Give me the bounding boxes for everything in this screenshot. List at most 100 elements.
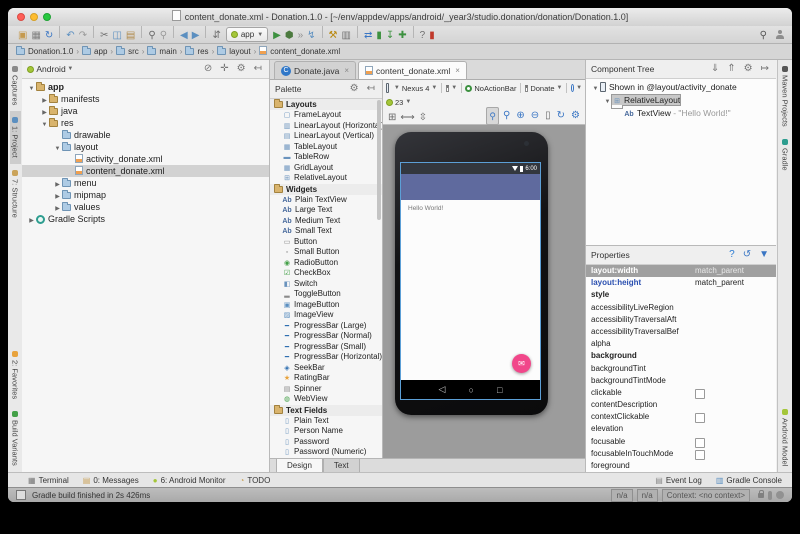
close-tab-icon[interactable]: × [344, 63, 349, 79]
tool-window-button-terminal[interactable]: ▦Terminal [28, 476, 69, 485]
undo-icon[interactable]: ↶ [64, 30, 76, 41]
palette-item[interactable]: ⊞RelativeLayout [270, 173, 382, 184]
breadcrumb-item[interactable]: content_donate.xml [259, 47, 340, 56]
checkbox[interactable] [695, 438, 705, 448]
help-icon[interactable]: ? [418, 30, 428, 41]
palette-item[interactable]: ☑CheckBox [270, 268, 382, 279]
tool-window-button-event-log[interactable]: ▤Event Log [655, 476, 702, 485]
property-value[interactable] [695, 338, 776, 350]
property-value[interactable] [695, 314, 776, 326]
property-value[interactable] [695, 350, 776, 362]
settings-icon[interactable]: ⚙ [235, 61, 248, 77]
breadcrumb-item[interactable]: layout [217, 47, 250, 56]
property-value[interactable] [695, 375, 776, 387]
palette-item[interactable]: ▯Password [270, 437, 382, 448]
status-cell[interactable]: Context: <no context> [662, 489, 750, 502]
background-tasks-icon[interactable] [776, 491, 784, 499]
zoom-in-icon[interactable]: ⊕ [514, 108, 526, 124]
zoom-fit-width-icon[interactable]: ⟷ [398, 112, 416, 123]
palette-item[interactable]: ▤Spinner [270, 384, 382, 395]
palette-section-text-fields[interactable]: Text Fields [270, 405, 382, 416]
design-surface-mode-icon[interactable]: ⊞ [386, 112, 398, 123]
fab-button[interactable]: ✉ [512, 354, 531, 373]
sync-gradle-icon[interactable]: ⇄ [362, 30, 374, 41]
tree-item[interactable]: content_donate.xml [22, 165, 269, 177]
property-row[interactable]: backgroundTint [586, 363, 776, 375]
replace-icon[interactable]: ⚲ [158, 30, 169, 41]
memory-indicator-icon[interactable] [768, 491, 772, 500]
property-row[interactable]: accessibilityTraversalBef [586, 326, 776, 338]
save-all-icon[interactable]: ▦ [29, 30, 42, 41]
tool-tab-7-structure[interactable]: 7: Structure [10, 164, 21, 224]
locale-globe-icon[interactable] [571, 84, 574, 92]
settings-icon[interactable]: ⚙ [742, 61, 755, 77]
nav-home-icon[interactable]: ○ [469, 385, 474, 395]
activity-selector[interactable]: Donate [530, 84, 554, 93]
tree-item[interactable]: ▶manifests [22, 93, 269, 105]
cut-icon[interactable]: ✂ [98, 30, 110, 41]
restore-defaults-icon[interactable]: ↺ [741, 247, 753, 263]
tree-item[interactable]: ▶mipmap [22, 189, 269, 201]
synchronize-icon[interactable]: ↻ [43, 30, 55, 41]
tool-window-button-todo[interactable]: ◔TODO [240, 476, 271, 485]
nav-recents-icon[interactable]: □ [497, 385, 502, 395]
collapse-all-icon[interactable]: ⇑ [725, 61, 737, 77]
editor-tab-content-donate-xml[interactable]: content_donate.xml× [358, 61, 467, 79]
palette-item[interactable]: ▯Password (Numeric) [270, 447, 382, 457]
orientation-icon[interactable] [446, 85, 450, 92]
breadcrumb-item[interactable]: Donation.1.0 [16, 47, 73, 56]
palette-item[interactable]: ▢FrameLayout [270, 110, 382, 121]
tree-item[interactable]: ▼res [22, 117, 269, 129]
tree-item[interactable]: ▶menu [22, 177, 269, 189]
palette-item[interactable]: ◈SeekBar [270, 363, 382, 374]
palette-item[interactable]: ▂ToggleButton [270, 289, 382, 300]
status-cell[interactable]: n/a [611, 489, 632, 502]
property-row[interactable]: elevation [586, 423, 776, 435]
palette-item[interactable]: ━ProgressBar (Normal) [270, 331, 382, 342]
zoom-to-fit-icon[interactable]: ⚲ [486, 107, 499, 125]
app-bar[interactable] [401, 174, 540, 200]
layout-content[interactable]: Hello World! ✉ [401, 200, 540, 380]
component-tree-item[interactable]: ▼⊞RelativeLayout [586, 94, 776, 107]
palette-item[interactable]: ◧Switch [270, 279, 382, 290]
breadcrumb-item[interactable]: app [82, 47, 107, 56]
redo-icon[interactable]: ↷ [77, 30, 89, 41]
capture-tool-icon[interactable]: ▥ [340, 30, 353, 41]
zoom-actual-size-icon[interactable]: ⚲ [501, 108, 512, 124]
tree-item[interactable]: ▶java [22, 105, 269, 117]
help-icon[interactable]: ? [727, 247, 737, 263]
zoom-page-icon[interactable]: ▯ [543, 108, 553, 124]
palette-section-widgets[interactable]: Widgets [270, 184, 382, 195]
palette-item[interactable]: AbSmall Text [270, 226, 382, 237]
tree-item[interactable]: ▼layout [22, 141, 269, 153]
zoom-fit-height-icon[interactable]: ⇳ [417, 112, 429, 123]
tool-tab-maven-projects[interactable]: Maven Projects [780, 60, 791, 133]
preview-settings-icon[interactable]: ⚙ [569, 108, 582, 124]
palette-item[interactable]: ▦GridLayout [270, 163, 382, 174]
editor-tab-donate-java[interactable]: CDonate.java× [274, 61, 356, 79]
palette-item[interactable]: ▭Button [270, 237, 382, 248]
checkbox[interactable] [695, 389, 705, 399]
tool-tab-2-favorites[interactable]: 2: Favorites [10, 345, 21, 405]
breadcrumb-item[interactable]: res [185, 47, 208, 56]
palette-item[interactable]: ▬TableRow [270, 152, 382, 163]
property-value[interactable] [695, 326, 776, 338]
property-row[interactable]: accessibilityTraversalAft [586, 314, 776, 326]
palette-item[interactable]: ▥LinearLayout (Horizontal) [270, 121, 382, 132]
palette-section-layouts[interactable]: Layouts [270, 99, 382, 110]
sdk-manager-icon[interactable]: ↧ [384, 30, 396, 41]
run-icon[interactable]: ▶ [271, 30, 283, 41]
palette-scrollbar[interactable] [377, 100, 381, 220]
property-row[interactable]: accessibilityLiveRegion [586, 302, 776, 314]
palette-item[interactable]: AbLarge Text [270, 205, 382, 216]
checkbox[interactable] [695, 450, 705, 460]
palette-item[interactable]: ◍WebView [270, 394, 382, 405]
tree-item[interactable]: ▶values [22, 201, 269, 213]
hide-panel-icon[interactable]: ↦ [759, 61, 771, 77]
back-icon[interactable]: ◀ [178, 30, 190, 41]
forward-icon[interactable]: ▶ [190, 30, 202, 41]
property-value[interactable] [695, 423, 776, 435]
property-value[interactable] [695, 289, 776, 301]
project-view-selector[interactable]: Android [36, 60, 65, 78]
status-cell[interactable]: n/a [637, 489, 658, 502]
